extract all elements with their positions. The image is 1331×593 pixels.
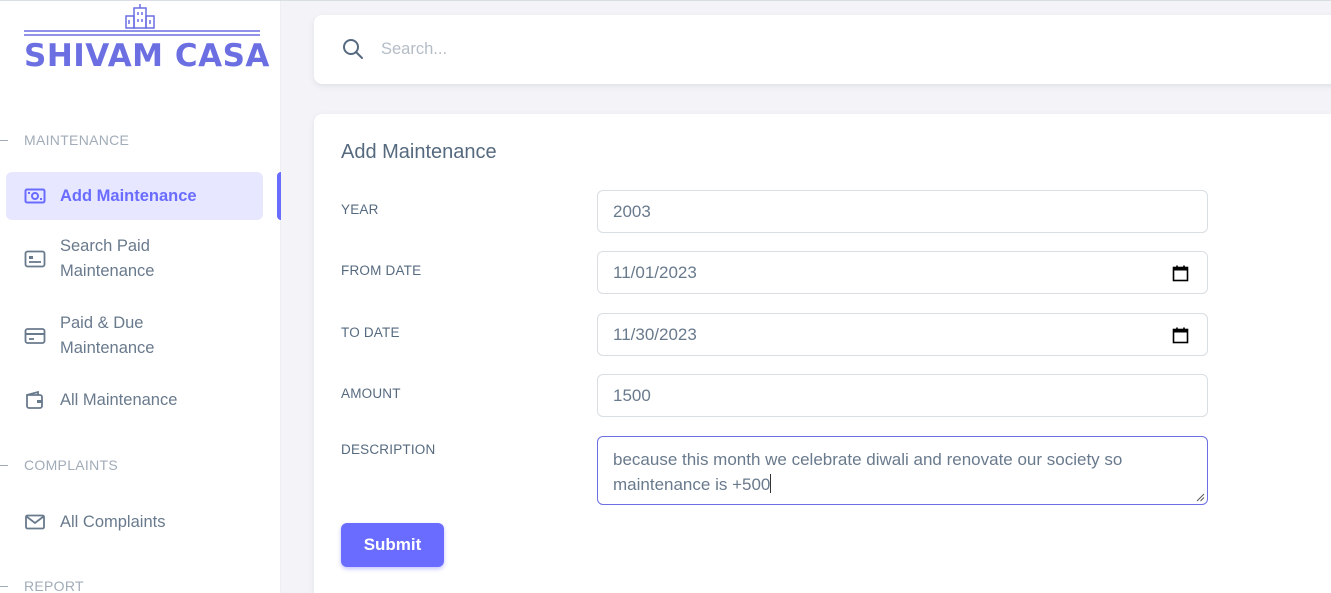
submit-button[interactable]: Submit [341, 523, 444, 567]
sidebar-item-label-line2: Maintenance [60, 339, 155, 357]
search-icon[interactable] [341, 37, 365, 61]
amount-input[interactable]: 1500 [597, 374, 1208, 417]
top-navbar [314, 15, 1331, 84]
sidebar: SHIVAM CASA MAINTENANCE Add Maintenance … [0, 0, 281, 593]
from-date-label: FROM DATE [341, 263, 422, 278]
card-title: Add Maintenance [341, 141, 497, 163]
year-input[interactable]: 2003 [597, 190, 1208, 233]
description-label: DESCRIPTION [341, 442, 436, 457]
brand-name: SHIVAM CASA [24, 38, 270, 74]
building-logo-icon [24, 4, 260, 36]
sidebar-item-label: Add Maintenance [60, 186, 197, 205]
calendar-icon[interactable] [1172, 265, 1189, 282]
sidebar-item-all-complaints[interactable]: All Complaints [6, 508, 263, 536]
menu-header-maintenance: MAINTENANCE [0, 131, 129, 149]
sidebar-item-label-line2: Maintenance [60, 262, 155, 280]
description-line-1: because this month we celebrate diwali a… [613, 450, 1123, 469]
year-value: 2003 [613, 201, 651, 221]
sidebar-item-paid-due-maintenance[interactable]: Paid & Due Maintenance [6, 310, 263, 362]
to-date-label: TO DATE [341, 325, 400, 340]
to-date-value: 11/30/2023 [613, 324, 697, 344]
description-textarea[interactable]: because this month we celebrate diwali a… [597, 436, 1208, 505]
from-date-value: 11/01/2023 [613, 262, 697, 282]
active-indicator [277, 172, 281, 220]
text-caret [770, 474, 772, 493]
sidebar-item-label: All Maintenance [60, 390, 178, 409]
sidebar-item-all-maintenance[interactable]: All Maintenance [6, 386, 263, 414]
brand-logo[interactable]: SHIVAM CASA [24, 2, 270, 76]
credit-card-icon [24, 328, 46, 344]
description-line-2: maintenance is +500 [613, 475, 771, 494]
menu-header-complaints: COMPLAINTS [0, 456, 118, 474]
description-line-2-wrap: maintenance is +500 [613, 472, 1192, 497]
top-border [0, 0, 1331, 1]
wallet-icon [26, 390, 43, 409]
amount-value: 1500 [613, 385, 651, 405]
sidebar-item-label: All Complaints [60, 512, 166, 531]
resize-grip-icon[interactable] [1195, 492, 1205, 502]
add-maintenance-card: Add Maintenance YEAR 2003 FROM DATE 11/0… [314, 114, 1331, 593]
from-date-input[interactable]: 11/01/2023 [597, 251, 1208, 294]
mail-icon [25, 514, 45, 530]
sidebar-item-add-maintenance[interactable]: Add Maintenance [6, 172, 263, 220]
sidebar-item-label: Paid & Due [60, 314, 144, 332]
sidebar-item-search-paid-maintenance[interactable]: Search Paid Maintenance [6, 233, 263, 285]
search-input[interactable] [374, 31, 614, 67]
menu-header-report: REPORT [0, 577, 84, 593]
money-icon [24, 188, 46, 204]
year-label: YEAR [341, 202, 379, 217]
sidebar-item-label: Search Paid [60, 237, 150, 255]
amount-label: AMOUNT [341, 386, 401, 401]
to-date-input[interactable]: 11/30/2023 [597, 313, 1208, 356]
calendar-icon[interactable] [1172, 327, 1189, 344]
id-card-icon [24, 250, 46, 268]
